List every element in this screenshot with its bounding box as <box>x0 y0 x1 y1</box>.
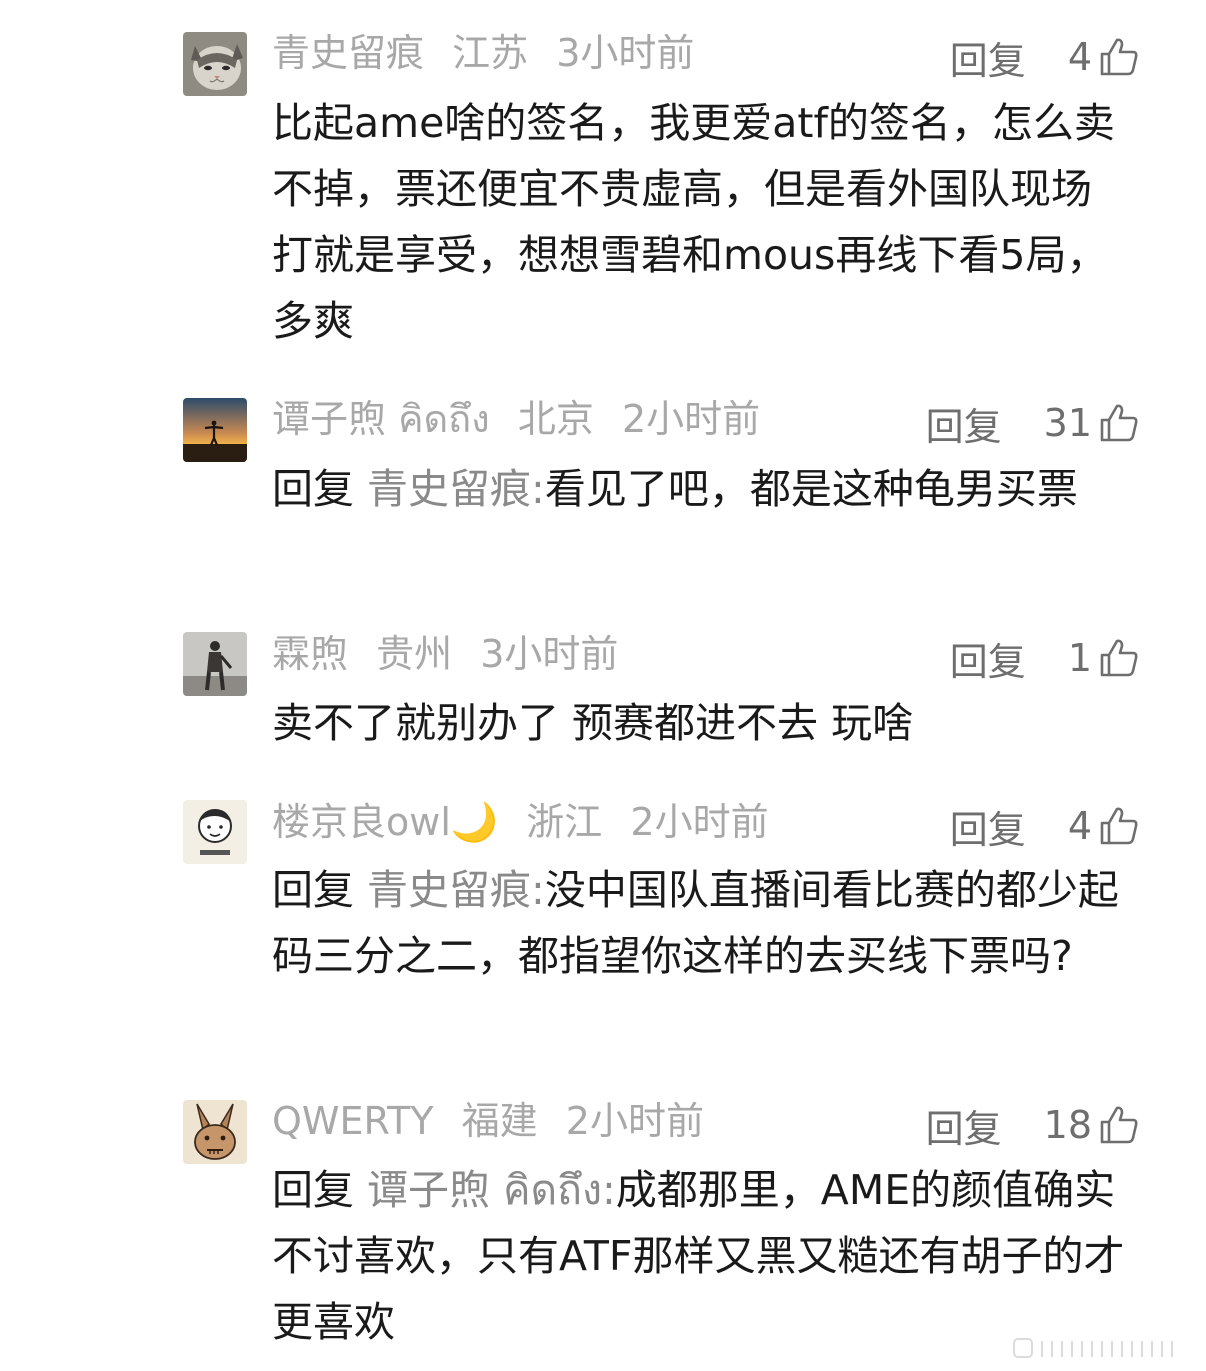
location: 福建 <box>461 1099 538 1143</box>
sunset-avatar-icon <box>183 398 247 462</box>
avatar[interactable] <box>183 398 247 462</box>
comment-text: 比起ame啥的签名，我更爱atf的签名，怎么卖不掉，票还便宜不贵虚高，但是看外国… <box>272 90 1132 354</box>
thumbs-up-icon[interactable] <box>1098 36 1140 78</box>
location: 贵州 <box>376 632 453 676</box>
like-count: 31 <box>1043 401 1092 445</box>
reply-target-user[interactable]: 青史留痕: <box>367 866 545 914</box>
timestamp: 2小时前 <box>621 397 761 441</box>
comment-actions: 回复 4 <box>950 33 1140 83</box>
comment-text: 回复 青史留痕:看见了吧，都是这种龟男买票 <box>272 456 1132 522</box>
username[interactable]: 谭子煦 คิดถึง <box>272 397 490 441</box>
comment-meta: 青史留痕 江苏 3小时前 <box>272 29 710 77</box>
thumbs-up-icon[interactable] <box>1098 1104 1140 1146</box>
comment-text: 回复 青史留痕:没中国队直播间看比赛的都少起码三分之二，都指望你这样的去买线下票… <box>272 857 1132 989</box>
comment-meta: QWERTY 福建 2小时前 <box>272 1097 720 1145</box>
thumbs-up-icon[interactable] <box>1098 402 1140 444</box>
comment-body: 卖不了就别办了 预赛都进不去 玩啥 <box>272 699 914 747</box>
watermark-graphic <box>1012 1335 1192 1361</box>
like-count: 18 <box>1043 1103 1092 1147</box>
like-count: 1 <box>1067 636 1092 680</box>
comment-text: 卖不了就别办了 预赛都进不去 玩啥 <box>272 690 1132 756</box>
username[interactable]: 楼京良owl🌙 <box>272 800 498 844</box>
comment-body: 比起ame啥的签名，我更爱atf的签名，怎么卖不掉，票还便宜不贵虚高，但是看外国… <box>272 99 1115 345</box>
like-count: 4 <box>1067 35 1092 79</box>
reply-button[interactable]: 回复 <box>926 396 1002 451</box>
thumbs-up-icon[interactable] <box>1098 637 1140 679</box>
comment-actions: 回复 1 <box>950 634 1140 684</box>
avatar[interactable] <box>183 800 247 864</box>
comment-actions: 回复 18 <box>926 1101 1140 1151</box>
comment-actions: 回复 31 <box>926 399 1140 449</box>
avatar[interactable] <box>183 632 247 696</box>
reply-button[interactable]: 回复 <box>950 30 1026 85</box>
rabbit-avatar-icon <box>183 1100 247 1164</box>
timestamp: 3小时前 <box>480 632 619 676</box>
reply-prefix: 回复 <box>272 1166 354 1214</box>
username[interactable]: 霖煦 <box>272 632 348 676</box>
reply-target-user[interactable]: 青史留痕: <box>367 465 545 513</box>
comment-body: 看见了吧，都是这种龟男买票 <box>544 465 1078 513</box>
location: 江苏 <box>452 31 529 75</box>
timestamp: 3小时前 <box>556 31 695 75</box>
thumbs-up-icon[interactable] <box>1098 805 1140 847</box>
avatar[interactable] <box>183 32 247 96</box>
cat-avatar-icon <box>183 32 247 96</box>
username[interactable]: QWERTY <box>272 1099 434 1143</box>
reply-target-user[interactable]: 谭子煦 คิดถึง: <box>367 1166 616 1214</box>
reply-button[interactable]: 回复 <box>950 631 1026 686</box>
location: 北京 <box>517 397 594 441</box>
reply-button[interactable]: 回复 <box>950 799 1026 854</box>
timestamp: 2小时前 <box>630 800 769 844</box>
reply-prefix: 回复 <box>272 866 354 914</box>
avatar[interactable] <box>183 1100 247 1164</box>
figure-avatar-icon <box>183 632 247 696</box>
reply-button[interactable]: 回复 <box>926 1098 1002 1153</box>
comment-meta: 谭子煦 คิดถึง 北京 2小时前 <box>272 395 776 443</box>
like-count: 4 <box>1067 804 1092 848</box>
reply-prefix: 回复 <box>272 465 354 513</box>
comment-text: 回复 谭子煦 คิดถึง:成都那里，AME的颜值确实不讨喜欢，只有ATF那样又… <box>272 1157 1132 1355</box>
comment-meta: 霖煦 贵州 3小时前 <box>272 630 634 678</box>
cartoon-face-avatar-icon <box>183 800 247 864</box>
location: 浙江 <box>526 800 603 844</box>
timestamp: 2小时前 <box>565 1099 704 1143</box>
comment-actions: 回复 4 <box>950 802 1140 852</box>
username[interactable]: 青史留痕 <box>272 31 424 75</box>
comment-meta: 楼京良owl🌙 浙江 2小时前 <box>272 798 785 846</box>
